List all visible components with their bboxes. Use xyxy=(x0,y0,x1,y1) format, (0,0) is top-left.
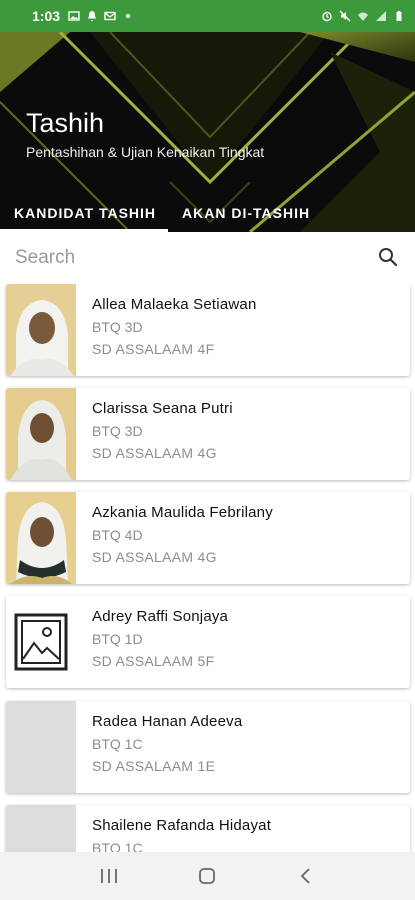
image-placeholder-icon xyxy=(6,596,76,688)
tab-kandidat-tashih[interactable]: KANDIDAT TASHIH xyxy=(0,194,169,232)
student-card[interactable]: Adrey Raffi Sonjaya BTQ 1D SD ASSALAAM 5… xyxy=(6,596,410,688)
status-bar: 1:03 xyxy=(0,0,415,32)
battery-icon xyxy=(396,11,402,21)
student-card[interactable]: Shailene Rafanda Hidayat BTQ 1C xyxy=(6,805,410,852)
notification-icon xyxy=(88,11,97,22)
back-button[interactable] xyxy=(290,860,322,892)
page-title: Tashih xyxy=(26,108,105,138)
image-icon xyxy=(68,11,80,21)
search-bar xyxy=(0,232,415,284)
home-icon xyxy=(199,868,216,884)
back-icon xyxy=(300,868,310,884)
search-input[interactable] xyxy=(0,247,360,269)
student-level: BTQ 1D xyxy=(92,631,143,647)
student-level: BTQ 3D xyxy=(92,319,143,335)
system-nav-bar xyxy=(0,852,415,900)
search-icon[interactable] xyxy=(377,246,399,268)
page-subtitle: Pentashihan & Ujian Kenaikan Tingkat xyxy=(26,144,265,160)
student-name: Shailene Rafanda Hidayat xyxy=(92,817,272,834)
student-photo-blank xyxy=(6,701,76,793)
student-school: SD ASSALAAM 4F xyxy=(92,341,215,357)
student-name: Allea Malaeka Setiawan xyxy=(92,296,257,313)
student-school: SD ASSALAAM 4G xyxy=(92,549,217,565)
recent-apps-button[interactable] xyxy=(93,860,125,892)
home-button[interactable] xyxy=(191,860,223,892)
student-card[interactable]: Radea Hanan Adeeva BTQ 1C SD ASSALAAM 1E xyxy=(6,701,410,793)
alarm-icon xyxy=(322,11,332,22)
mail-icon xyxy=(104,11,116,21)
student-card[interactable]: Azkania Maulida Febrilany BTQ 4D SD ASSA… xyxy=(6,492,410,584)
student-level: BTQ 1C xyxy=(92,840,143,852)
student-photo xyxy=(6,492,76,584)
student-level: BTQ 4D xyxy=(92,527,143,543)
app-header: Tashih Pentashihan & Ujian Kenaikan Ting… xyxy=(0,32,415,232)
student-name: Clarissa Seana Putri xyxy=(92,400,233,417)
signal-icon xyxy=(376,11,386,21)
student-photo-blank xyxy=(6,805,76,852)
tab-akan-di-tashih[interactable]: AKAN DI-TASHIH xyxy=(168,194,322,232)
student-school: SD ASSALAAM 4G xyxy=(92,445,217,461)
dot-icon xyxy=(126,14,131,18)
student-name: Adrey Raffi Sonjaya xyxy=(92,608,229,625)
student-name: Radea Hanan Adeeva xyxy=(92,713,243,730)
student-name: Azkania Maulida Febrilany xyxy=(92,504,273,521)
student-level: BTQ 3D xyxy=(92,423,143,439)
student-photo xyxy=(6,388,76,480)
student-school: SD ASSALAAM 5F xyxy=(92,653,215,669)
student-card[interactable]: Allea Malaeka Setiawan BTQ 3D SD ASSALAA… xyxy=(6,284,410,376)
student-school: SD ASSALAAM 1E xyxy=(92,758,216,774)
tab-bar: KANDIDAT TASHIH AKAN DI-TASHIH xyxy=(0,194,415,232)
student-level: BTQ 1C xyxy=(92,736,143,752)
mute-icon xyxy=(339,10,351,22)
student-card[interactable]: Clarissa Seana Putri BTQ 3D SD ASSALAAM … xyxy=(6,388,410,480)
recent-apps-icon xyxy=(101,869,118,883)
wifi-icon xyxy=(358,12,368,21)
student-photo xyxy=(6,284,76,376)
student-list: Allea Malaeka Setiawan BTQ 3D SD ASSALAA… xyxy=(0,284,415,852)
status-time: 1:03 xyxy=(32,8,61,24)
